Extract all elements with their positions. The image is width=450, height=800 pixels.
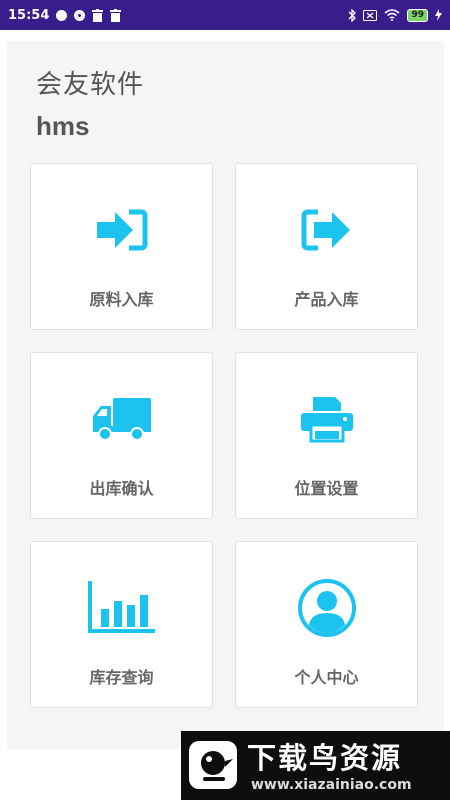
trash-icon — [110, 8, 122, 22]
tile-product-inbound[interactable]: 产品入库 — [235, 163, 418, 330]
wifi-icon — [384, 9, 400, 21]
bluetooth-icon — [349, 8, 357, 22]
status-right: 99 — [348, 8, 442, 22]
tile-location-settings[interactable]: 位置设置 — [235, 352, 418, 519]
app-subtitle: hms — [36, 111, 90, 141]
sign-out-icon — [292, 198, 362, 262]
printer-icon — [292, 387, 362, 451]
truck-icon — [87, 387, 157, 451]
watermark-banner: 下载鸟资源 www.xiazainiao.com — [181, 731, 450, 800]
battery-icon: 99 — [407, 8, 428, 22]
tile-label: 原料入库 — [89, 290, 154, 309]
tile-label: 库存查询 — [89, 668, 154, 687]
tile-raw-material-inbound[interactable]: 原料入库 — [30, 163, 213, 330]
tile-label: 个人中心 — [294, 668, 359, 687]
charging-icon — [435, 9, 442, 21]
watermark-url: www.xiazainiao.com — [251, 777, 412, 793]
tile-personal-center[interactable]: 个人中心 — [235, 541, 418, 708]
sim-off-icon — [363, 9, 378, 21]
tile-inventory-query[interactable]: 库存查询 — [30, 541, 213, 708]
watermark-title: 下载鸟资源 — [247, 741, 403, 775]
bird-logo-icon — [189, 741, 237, 789]
status-left: 15:54 — [8, 7, 122, 23]
notification-dot-icon — [56, 9, 68, 21]
notification-ring-icon — [74, 9, 86, 21]
app-title: 会友软件 — [36, 70, 145, 100]
tile-outbound-confirm[interactable]: 出库确认 — [30, 352, 213, 519]
sign-in-icon — [87, 198, 157, 262]
trash-icon — [92, 8, 104, 22]
bar-chart-icon — [87, 576, 157, 640]
tile-label: 出库确认 — [89, 479, 154, 498]
tile-label: 产品入库 — [294, 290, 359, 309]
user-circle-icon — [292, 576, 362, 640]
status-bar: 15:54 99 — [0, 0, 450, 30]
tile-label: 位置设置 — [294, 479, 359, 498]
status-time: 15:54 — [8, 7, 50, 23]
